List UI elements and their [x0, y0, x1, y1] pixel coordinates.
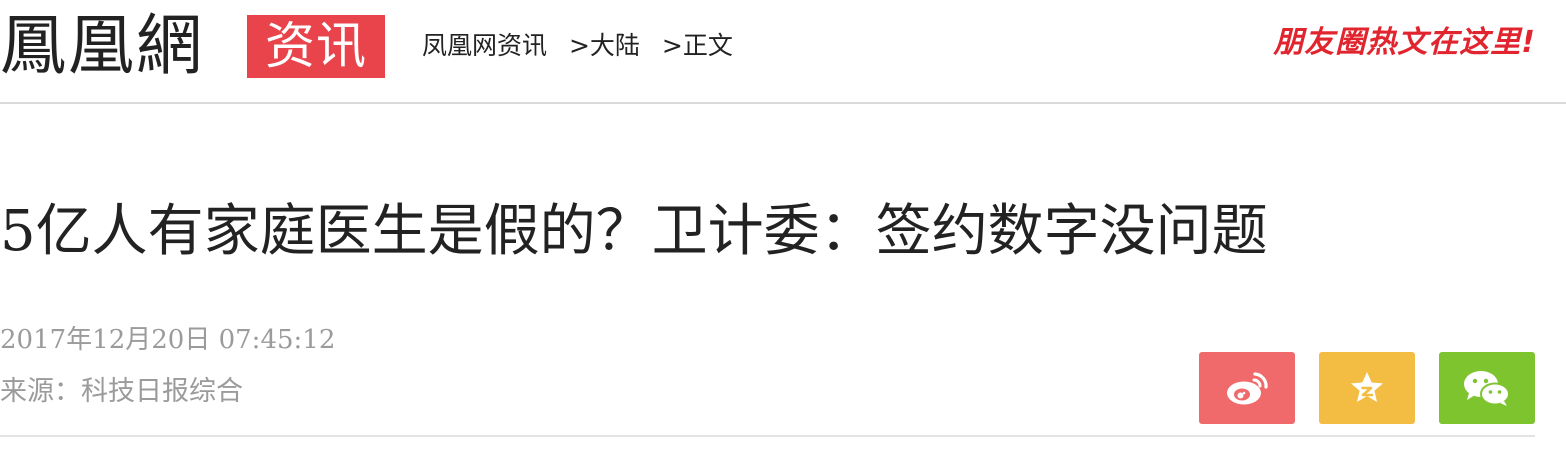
- favorite-button[interactable]: [1319, 352, 1415, 424]
- promo-link[interactable]: 朋友圈热文在这里!: [1273, 22, 1536, 64]
- meta-divider: [0, 435, 1535, 437]
- breadcrumb-home-link[interactable]: 凤凰网资讯: [422, 31, 547, 60]
- article-datetime: 2017年12月20日 07:45:12: [0, 325, 336, 355]
- breadcrumb: 凤凰网资讯 >大陆 >正文: [422, 28, 733, 64]
- weibo-icon: [1222, 368, 1272, 408]
- share-wechat-button[interactable]: [1439, 352, 1535, 424]
- site-logo[interactable]: 鳳凰網: [0, 6, 204, 86]
- wechat-icon: [1460, 367, 1514, 409]
- article-title: 5亿人有家庭医生是假的？卫计委：签约数字没问题: [0, 199, 1268, 264]
- site-header: 鳳凰網 资讯 凤凰网资讯 >大陆 >正文 朋友圈热文在这里!: [0, 0, 1566, 104]
- star-icon: [1347, 368, 1387, 408]
- channel-logo[interactable]: 资讯: [247, 15, 385, 78]
- breadcrumb-mainland-link[interactable]: >大陆: [569, 31, 640, 60]
- breadcrumb-current: >正文: [661, 31, 733, 60]
- share-weibo-button[interactable]: [1199, 352, 1295, 424]
- article-source: 来源：科技日报综合: [0, 376, 243, 407]
